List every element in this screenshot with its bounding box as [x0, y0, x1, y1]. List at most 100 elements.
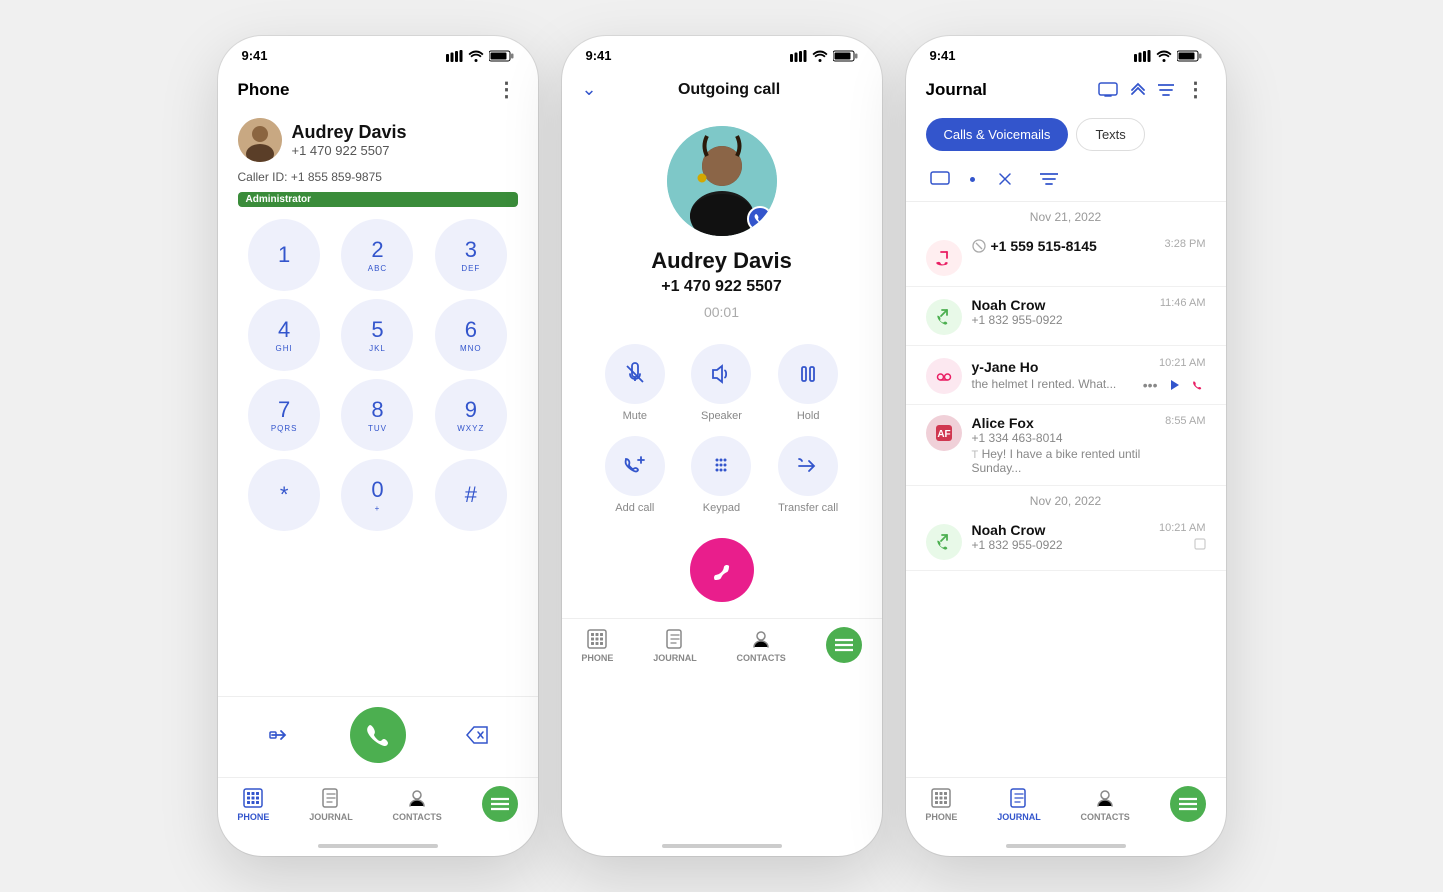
dial-star[interactable]: *	[248, 459, 320, 531]
missed-time: 3:28 PM	[1165, 238, 1206, 250]
alice-number: +1 334 463-8014	[972, 431, 1166, 445]
add-call-button[interactable]: Add call	[605, 436, 665, 514]
status-icons-phone	[446, 50, 514, 62]
nav-phone-out[interactable]: PHONE	[581, 627, 613, 663]
journal-toolbar	[906, 161, 1226, 202]
outgoing-name: Audrey Davis	[562, 248, 882, 274]
hold-button[interactable]: Hold	[778, 344, 838, 422]
outgoing-call-icon-2	[926, 524, 962, 560]
noah2-number: +1 832 955-0922	[972, 538, 1160, 552]
nav-contacts-j[interactable]: CONTACTS	[1080, 786, 1129, 822]
dial-2[interactable]: 2ABC	[341, 219, 413, 291]
toolbar-view-icon[interactable]	[926, 165, 954, 193]
journal-item-noah1[interactable]: Noah Crow +1 832 955-0922 11:46 AM	[906, 287, 1226, 346]
nav-contacts-out[interactable]: CONTACTS	[736, 627, 785, 663]
call-badge	[747, 206, 773, 232]
vm-more-icon[interactable]: •••	[1143, 377, 1158, 393]
vm-name: y-Jane Ho	[972, 359, 1143, 375]
keypad-button[interactable]: Keypad	[691, 436, 751, 514]
noah1-time: 11:46 AM	[1160, 297, 1206, 309]
call-controls: Mute Speaker Hold	[562, 336, 882, 522]
outgoing-avatar	[667, 126, 777, 236]
nav-phone[interactable]: PHONE	[237, 786, 269, 822]
phone-header: Phone ⋮	[218, 69, 538, 112]
nav-journal[interactable]: JOURNAL	[309, 786, 353, 822]
dial-5[interactable]: 5JKL	[341, 299, 413, 371]
dialpad: 1 2ABC 3DEF 4GHI 5JKL 6MNO 7PQRS 8TUV 9W…	[218, 213, 538, 696]
journal-expand-icon[interactable]	[1130, 82, 1146, 98]
nav-menu[interactable]	[482, 786, 518, 822]
forward-button[interactable]	[268, 724, 290, 746]
tab-calls-voicemails[interactable]: Calls & Voicemails	[926, 118, 1069, 151]
backspace-button[interactable]	[466, 726, 488, 744]
journal-item-info-noah2: Noah Crow +1 832 955-0922	[972, 522, 1160, 552]
collapse-button[interactable]: ⌄	[582, 79, 597, 100]
vm-play-icon[interactable]	[1168, 378, 1182, 392]
status-bar-phone: 9:41	[218, 36, 538, 69]
nav-journal-j[interactable]: JOURNAL	[997, 786, 1041, 822]
dial-4[interactable]: 4GHI	[248, 299, 320, 371]
journal-item-noah2[interactable]: Noah Crow +1 832 955-0922 10:21 AM	[906, 512, 1226, 571]
toolbar-dot	[970, 177, 975, 182]
speaker-button[interactable]: Speaker	[691, 344, 751, 422]
nav-bar-journal: PHONE JOURNAL CONTACTS	[906, 777, 1226, 836]
journal-tabs: Calls & Voicemails Texts	[906, 112, 1226, 161]
journal-screen-icon[interactable]	[1098, 82, 1118, 98]
outgoing-screen: 9:41 ⌄ Outgoing call	[562, 36, 882, 856]
dial-0[interactable]: 0+	[341, 459, 413, 531]
dial-6[interactable]: 6MNO	[435, 299, 507, 371]
phone-screen: 9:41 Phone ⋮ Audrey Davis +1 470 922 550…	[218, 36, 538, 856]
noah1-name: Noah Crow	[972, 297, 1160, 313]
voicemail-icon	[926, 358, 962, 394]
nav-journal-out[interactable]: JOURNAL	[653, 627, 697, 663]
nav-phone-j[interactable]: PHONE	[925, 786, 957, 822]
journal-item-voicemail[interactable]: y-Jane Ho the helmet I rented. What... 1…	[906, 346, 1226, 405]
journal-item-info-noah1: Noah Crow +1 832 955-0922	[972, 297, 1160, 327]
outgoing-number: +1 470 922 5507	[562, 274, 882, 300]
nav-contacts[interactable]: CONTACTS	[392, 786, 441, 822]
phone-title: Phone	[238, 80, 290, 100]
journal-list: Nov 21, 2022 +1 559 515-8145 3:28	[906, 202, 1226, 777]
vm-time: 10:21 AM	[1159, 357, 1205, 369]
status-icons-journal	[1134, 50, 1202, 62]
dial-1[interactable]: 1	[248, 219, 320, 291]
outgoing-call-icon	[926, 299, 962, 335]
end-call-wrap	[562, 522, 882, 618]
alice-preview: T Hey! I have a bike rented until Sunday…	[972, 447, 1166, 475]
dial-9[interactable]: 9WXYZ	[435, 379, 507, 451]
dial-8[interactable]: 8TUV	[341, 379, 413, 451]
nav-menu-j[interactable]	[1170, 786, 1206, 822]
call-button[interactable]	[350, 707, 406, 763]
status-time-phone: 9:41	[242, 48, 268, 63]
dial-3[interactable]: 3DEF	[435, 219, 507, 291]
journal-filter-icon[interactable]	[1158, 83, 1174, 97]
journal-item-alice[interactable]: AF Alice Fox +1 334 463-8014 T Hey! I ha…	[906, 405, 1226, 486]
dial-7[interactable]: 7PQRS	[248, 379, 320, 451]
transfer-button[interactable]: Transfer call	[778, 436, 838, 514]
journal-title: Journal	[926, 80, 987, 100]
tab-texts[interactable]: Texts	[1076, 118, 1144, 151]
status-time-journal: 9:41	[930, 48, 956, 63]
end-call-button[interactable]	[690, 538, 754, 602]
mute-button[interactable]: Mute	[605, 344, 665, 422]
contact-number: +1 470 922 5507	[292, 143, 407, 158]
journal-header-icons: ⋮	[1098, 77, 1206, 102]
journal-header: Journal ⋮	[906, 69, 1226, 112]
toolbar-filter-icon[interactable]	[1035, 165, 1063, 193]
caller-id: Caller ID: +1 855 859-9875	[218, 166, 538, 188]
journal-item-missed[interactable]: +1 559 515-8145 3:28 PM	[906, 228, 1226, 287]
contact-name: Audrey Davis	[292, 122, 407, 143]
missed-number: +1 559 515-8145	[991, 238, 1097, 254]
journal-more-icon[interactable]: ⋮	[1186, 77, 1206, 102]
date-divider-1: Nov 21, 2022	[906, 202, 1226, 228]
avatar	[238, 118, 282, 162]
vm-call-icon[interactable]	[1192, 378, 1206, 392]
noah2-name: Noah Crow	[972, 522, 1160, 538]
nav-bar-phone: PHONE JOURNAL CONTACTS	[218, 777, 538, 836]
dial-hash[interactable]: #	[435, 459, 507, 531]
journal-screen: 9:41 Journal ⋮ Calls & Vo	[906, 36, 1226, 856]
vm-actions: •••	[1143, 377, 1206, 393]
toolbar-expand-icon[interactable]	[991, 165, 1019, 193]
nav-menu-out[interactable]	[826, 627, 862, 663]
phone-more-button[interactable]: ⋮	[497, 77, 518, 102]
